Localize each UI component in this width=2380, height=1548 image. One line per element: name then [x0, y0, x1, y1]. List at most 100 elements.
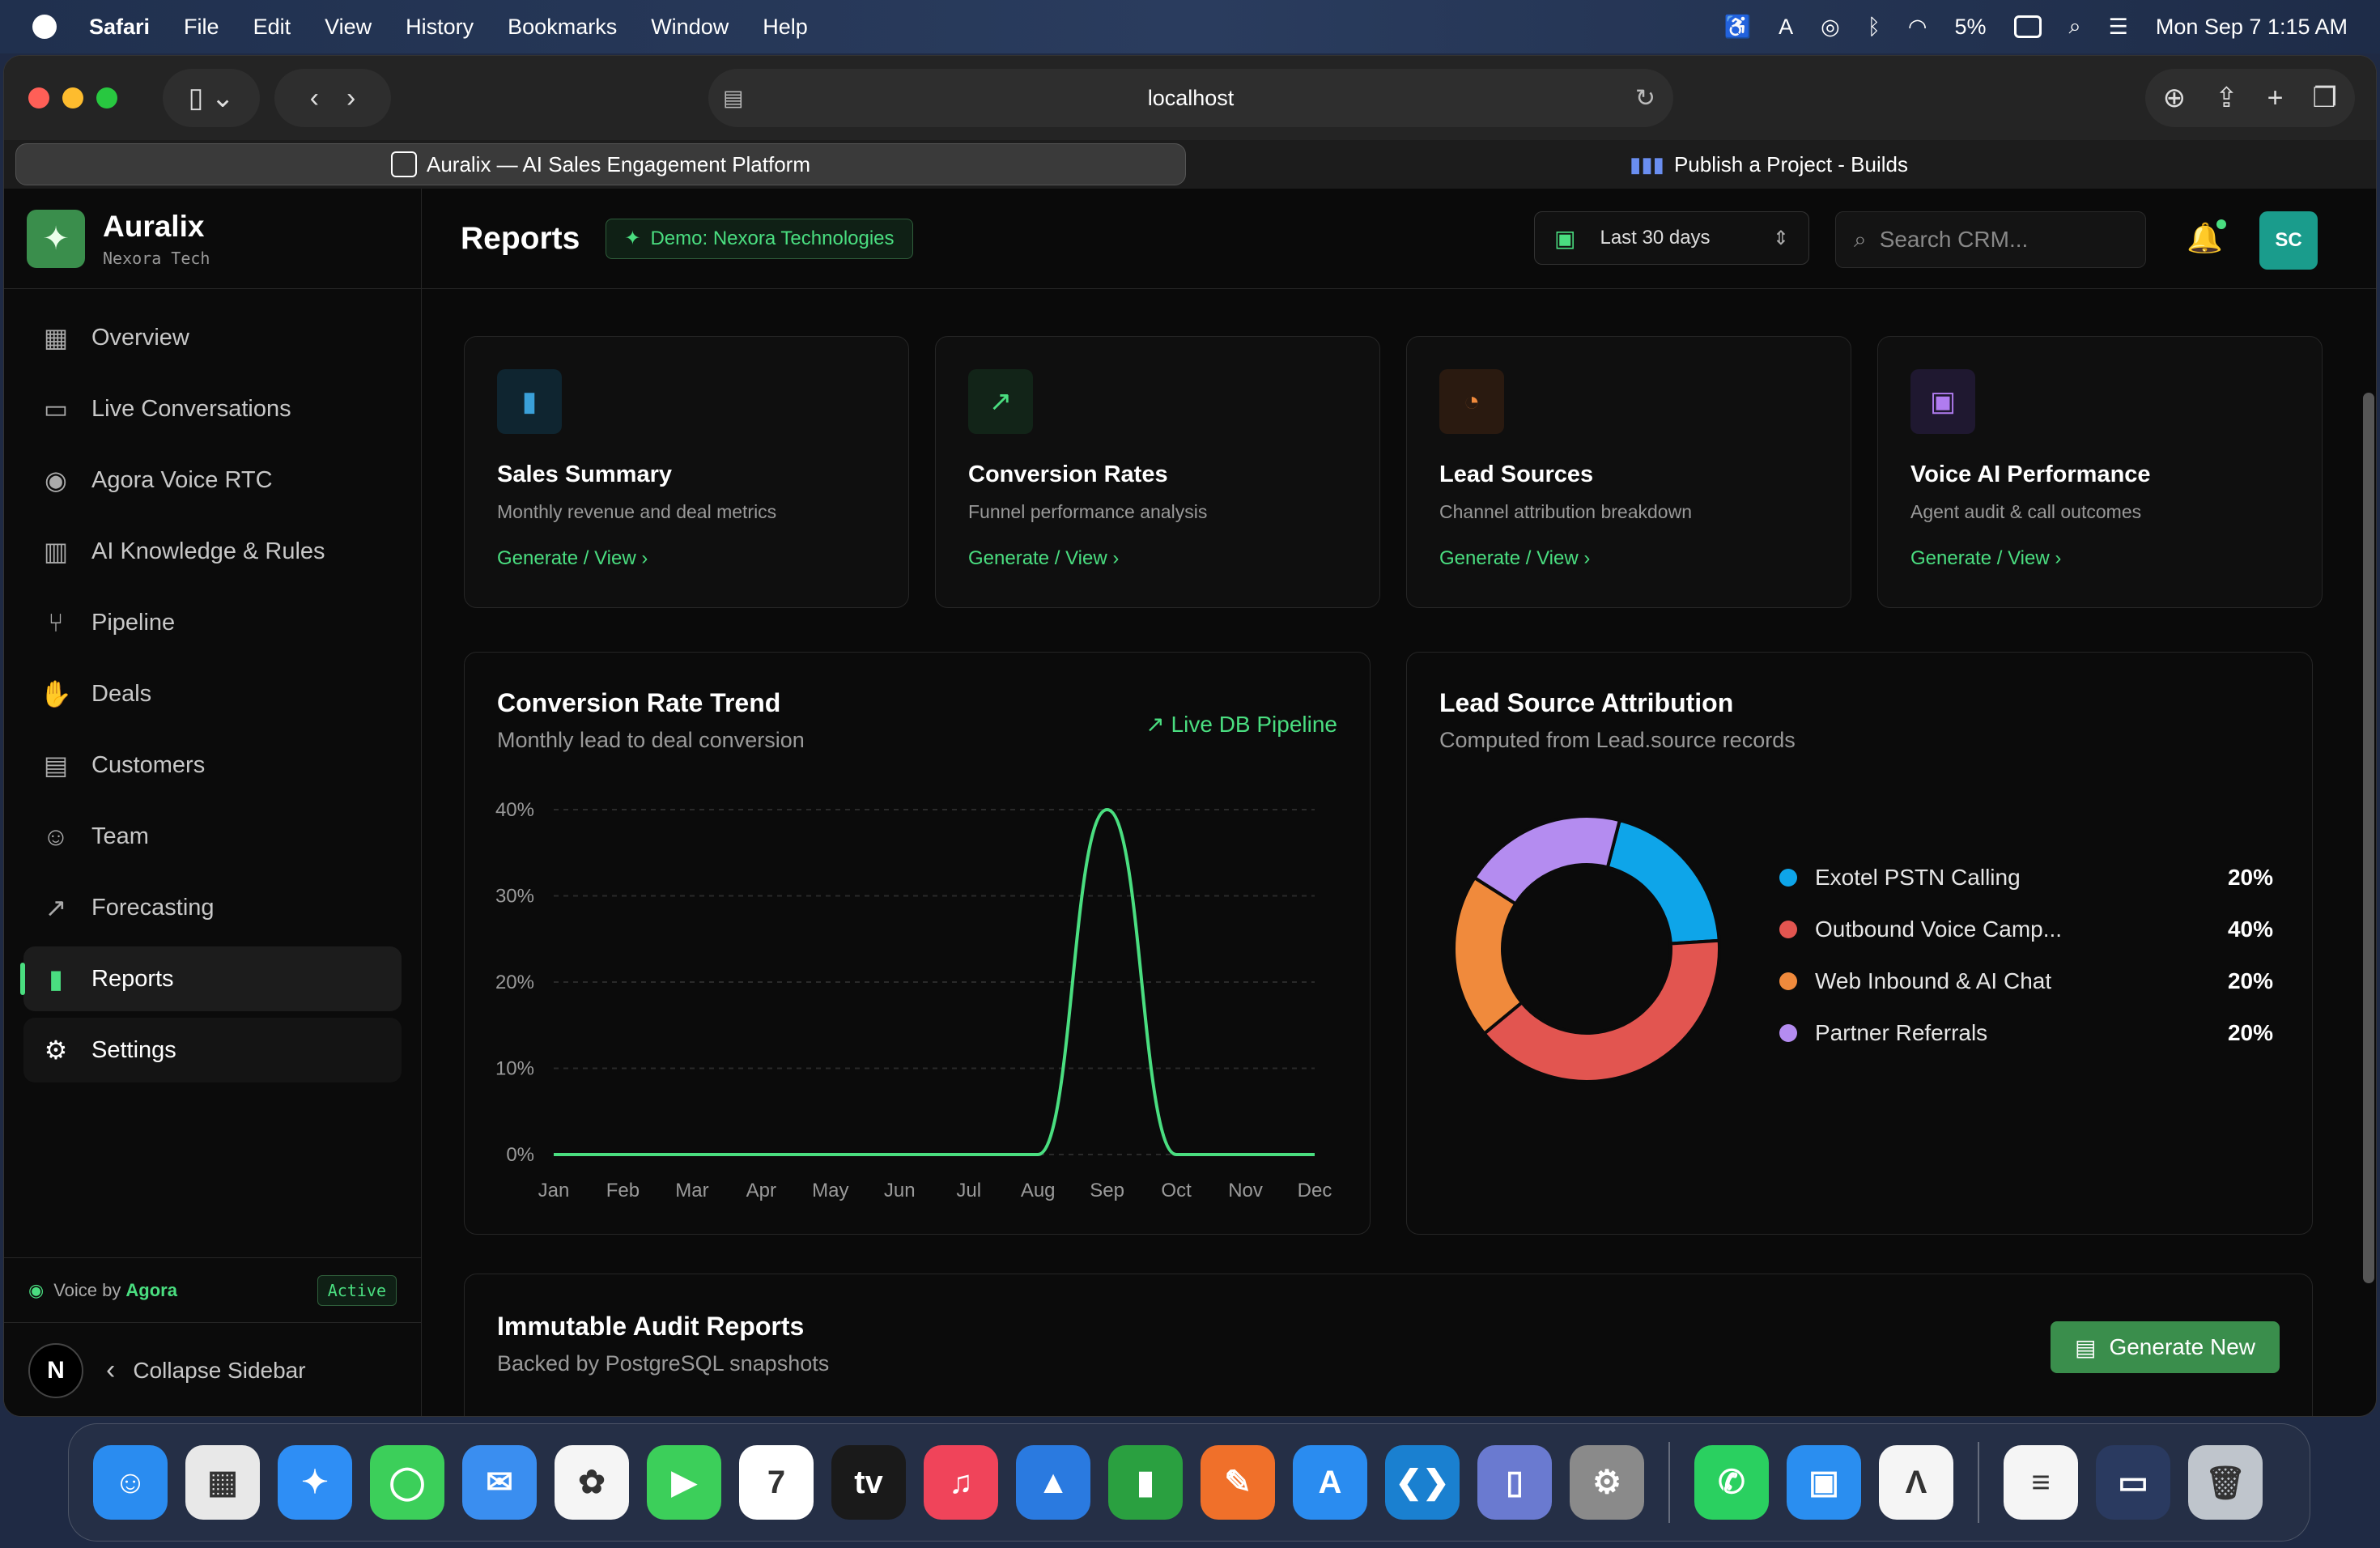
scrollbar[interactable] — [2363, 393, 2374, 1283]
sidebar-item-overview[interactable]: ▦ Overview — [23, 305, 402, 370]
menubar-clock[interactable]: Mon Sep 7 1:15 AM — [2156, 15, 2348, 40]
report-card-conversion-rates[interactable]: ↗ Conversion Rates Funnel performance an… — [935, 336, 1380, 608]
legend-dot — [1779, 869, 1797, 887]
x-tick-label: Sep — [1090, 1180, 1124, 1201]
collapse-sidebar-button[interactable]: Collapse Sidebar — [133, 1358, 305, 1384]
back-icon[interactable]: ‹ — [310, 83, 319, 114]
chevron-left-icon[interactable]: ‹ — [106, 1354, 115, 1386]
avatar[interactable]: N — [28, 1342, 83, 1398]
sidebar-item-ai-knowledge[interactable]: ▥ AI Knowledge & Rules — [23, 519, 402, 584]
menu-history[interactable]: History — [406, 15, 474, 40]
safari-icon[interactable]: ✦ — [278, 1445, 352, 1520]
system-settings-icon[interactable]: ⚙ — [1570, 1445, 1644, 1520]
chat-icon: ▭ — [43, 394, 69, 423]
user-avatar[interactable]: SC — [2259, 211, 2318, 270]
menu-bookmarks[interactable]: Bookmarks — [508, 15, 617, 40]
generate-view-link[interactable]: Generate / View › — [1439, 547, 1818, 570]
mail-icon[interactable]: ✉ — [462, 1445, 537, 1520]
x-tick-label: Mar — [675, 1180, 708, 1201]
tab-builds[interactable]: ▮▮▮ Publish a Project - Builds — [1186, 143, 2352, 185]
menu-help[interactable]: Help — [763, 15, 808, 40]
building-icon: ▤ — [43, 751, 69, 780]
generate-new-button[interactable]: ▤ Generate New — [2050, 1321, 2280, 1373]
conversion-trend-panel: Conversion Rate Trend Monthly lead to de… — [464, 652, 1371, 1235]
wifi-icon[interactable]: ◠ — [1908, 15, 1927, 40]
docker-icon[interactable]: ▣ — [1787, 1445, 1861, 1520]
share-icon[interactable]: ⇪ — [2215, 82, 2238, 114]
messages-icon[interactable]: ◯ — [370, 1445, 444, 1520]
sidebar-item-agora-voice-rtc[interactable]: ◉ Agora Voice RTC — [23, 448, 402, 512]
bluetooth-icon[interactable]: ᛒ — [1868, 15, 1881, 40]
keyboard-icon[interactable]: A — [1779, 15, 1793, 40]
photos-icon[interactable]: ✿ — [555, 1445, 629, 1520]
sidebar-item-label: Deals — [91, 680, 152, 707]
report-card-lead-sources[interactable]: ◔ Lead Sources Channel attribution break… — [1406, 336, 1851, 608]
page-settings-icon[interactable]: ▤ — [723, 86, 744, 111]
auralix-icon[interactable]: Λ — [1879, 1445, 1953, 1520]
address-bar[interactable]: ▤ localhost ↻ — [708, 69, 1673, 127]
sidebar-item-forecasting[interactable]: ↗ Forecasting — [23, 875, 402, 940]
donut-slice[interactable] — [1605, 818, 1721, 946]
control-center-icon[interactable]: ☰ — [2109, 15, 2128, 40]
document-icon[interactable]: ≡ — [2004, 1445, 2078, 1520]
minimize-window-button[interactable] — [62, 87, 83, 108]
generate-view-link[interactable]: Generate / View › — [1910, 547, 2289, 570]
calendar-icon[interactable]: 7 — [739, 1445, 814, 1520]
tab-auralix[interactable]: Auralix — AI Sales Engagement Platform — [15, 143, 1186, 185]
donut-slice[interactable] — [1472, 814, 1622, 907]
menu-app-name[interactable]: Safari — [89, 15, 150, 40]
battery-icon[interactable] — [2013, 15, 2042, 38]
downloads-icon[interactable]: ⊕ — [2163, 82, 2187, 114]
donut-slice[interactable] — [1481, 938, 1721, 1083]
numbers-icon[interactable]: ▮ — [1108, 1445, 1183, 1520]
music-icon[interactable]: ♫ — [924, 1445, 998, 1520]
spotlight-icon[interactable]: ⌕ — [2069, 14, 2081, 40]
apple-tv-icon[interactable]: tv — [831, 1445, 906, 1520]
sidebar-item-live-conversations[interactable]: ▭ Live Conversations — [23, 376, 402, 441]
zoom-window-button[interactable] — [96, 87, 117, 108]
sidebar-item-deals[interactable]: ✋ Deals — [23, 661, 402, 726]
sidebar-item-pipeline[interactable]: ⑂ Pipeline — [23, 590, 402, 655]
new-tab-icon[interactable]: + — [2267, 83, 2284, 114]
menu-file[interactable]: File — [184, 15, 219, 40]
reload-icon[interactable]: ↻ — [1635, 84, 1655, 113]
simulator-icon[interactable]: ▯ — [1477, 1445, 1552, 1520]
accessibility-icon[interactable]: ♿ — [1724, 14, 1752, 40]
search-input[interactable] — [1879, 227, 2123, 253]
sidebar-item-reports[interactable]: ▮ Reports — [20, 946, 402, 1011]
screenshot-icon[interactable]: ▭ — [2096, 1445, 2170, 1520]
url-text[interactable]: localhost — [1148, 86, 1235, 111]
menu-view[interactable]: View — [325, 15, 372, 40]
launchpad-icon[interactable]: ▦ — [185, 1445, 260, 1520]
report-card-sales-summary[interactable]: ▮ Sales Summary Monthly revenue and deal… — [464, 336, 909, 608]
sidebar-item-settings[interactable]: ⚙ Settings — [23, 1018, 402, 1082]
vscode-icon[interactable]: ❮❯ — [1385, 1445, 1460, 1520]
pages-icon[interactable]: ✎ — [1201, 1445, 1275, 1520]
x-tick-label: Aug — [1021, 1180, 1056, 1201]
sidebar-toggle-button[interactable]: ▯ ⌄ — [163, 69, 260, 127]
sidebar-item-customers[interactable]: ▤ Customers — [23, 733, 402, 797]
legend-label: Partner Referrals — [1815, 1020, 1988, 1045]
notifications-button[interactable]: 🔔 — [2187, 219, 2226, 255]
whatsapp-icon[interactable]: ✆ — [1694, 1445, 1769, 1520]
date-range-select[interactable]: ▣ Last 30 days ⇕ — [1534, 211, 1809, 265]
facetime-icon[interactable]: ▶ — [647, 1445, 721, 1520]
users-icon: ☺ — [42, 821, 70, 851]
keynote-icon[interactable]: ▲ — [1016, 1445, 1090, 1520]
close-window-button[interactable] — [28, 87, 49, 108]
airdrop-icon[interactable]: ◎ — [1821, 15, 1840, 40]
finder-icon[interactable]: ☺ — [93, 1445, 168, 1520]
tab-overview-icon[interactable]: ❐ — [2313, 82, 2337, 114]
generate-view-link[interactable]: Generate / View › — [497, 547, 876, 570]
trash-icon[interactable]: 🗑 — [2188, 1445, 2263, 1520]
forward-icon[interactable]: › — [346, 83, 355, 114]
sidebar-item-team[interactable]: ☺ Team — [23, 804, 402, 869]
live-db-badge: ↗ Live DB Pipeline — [1145, 712, 1337, 737]
apple-icon[interactable] — [32, 15, 57, 39]
app-store-icon[interactable]: A — [1293, 1445, 1367, 1520]
report-card-voice-ai[interactable]: ▣ Voice AI Performance Agent audit & cal… — [1877, 336, 2323, 608]
generate-view-link[interactable]: Generate / View › — [968, 547, 1347, 570]
menu-window[interactable]: Window — [651, 15, 729, 40]
git-branch-icon: ⑂ — [48, 607, 64, 637]
menu-edit[interactable]: Edit — [253, 15, 291, 40]
